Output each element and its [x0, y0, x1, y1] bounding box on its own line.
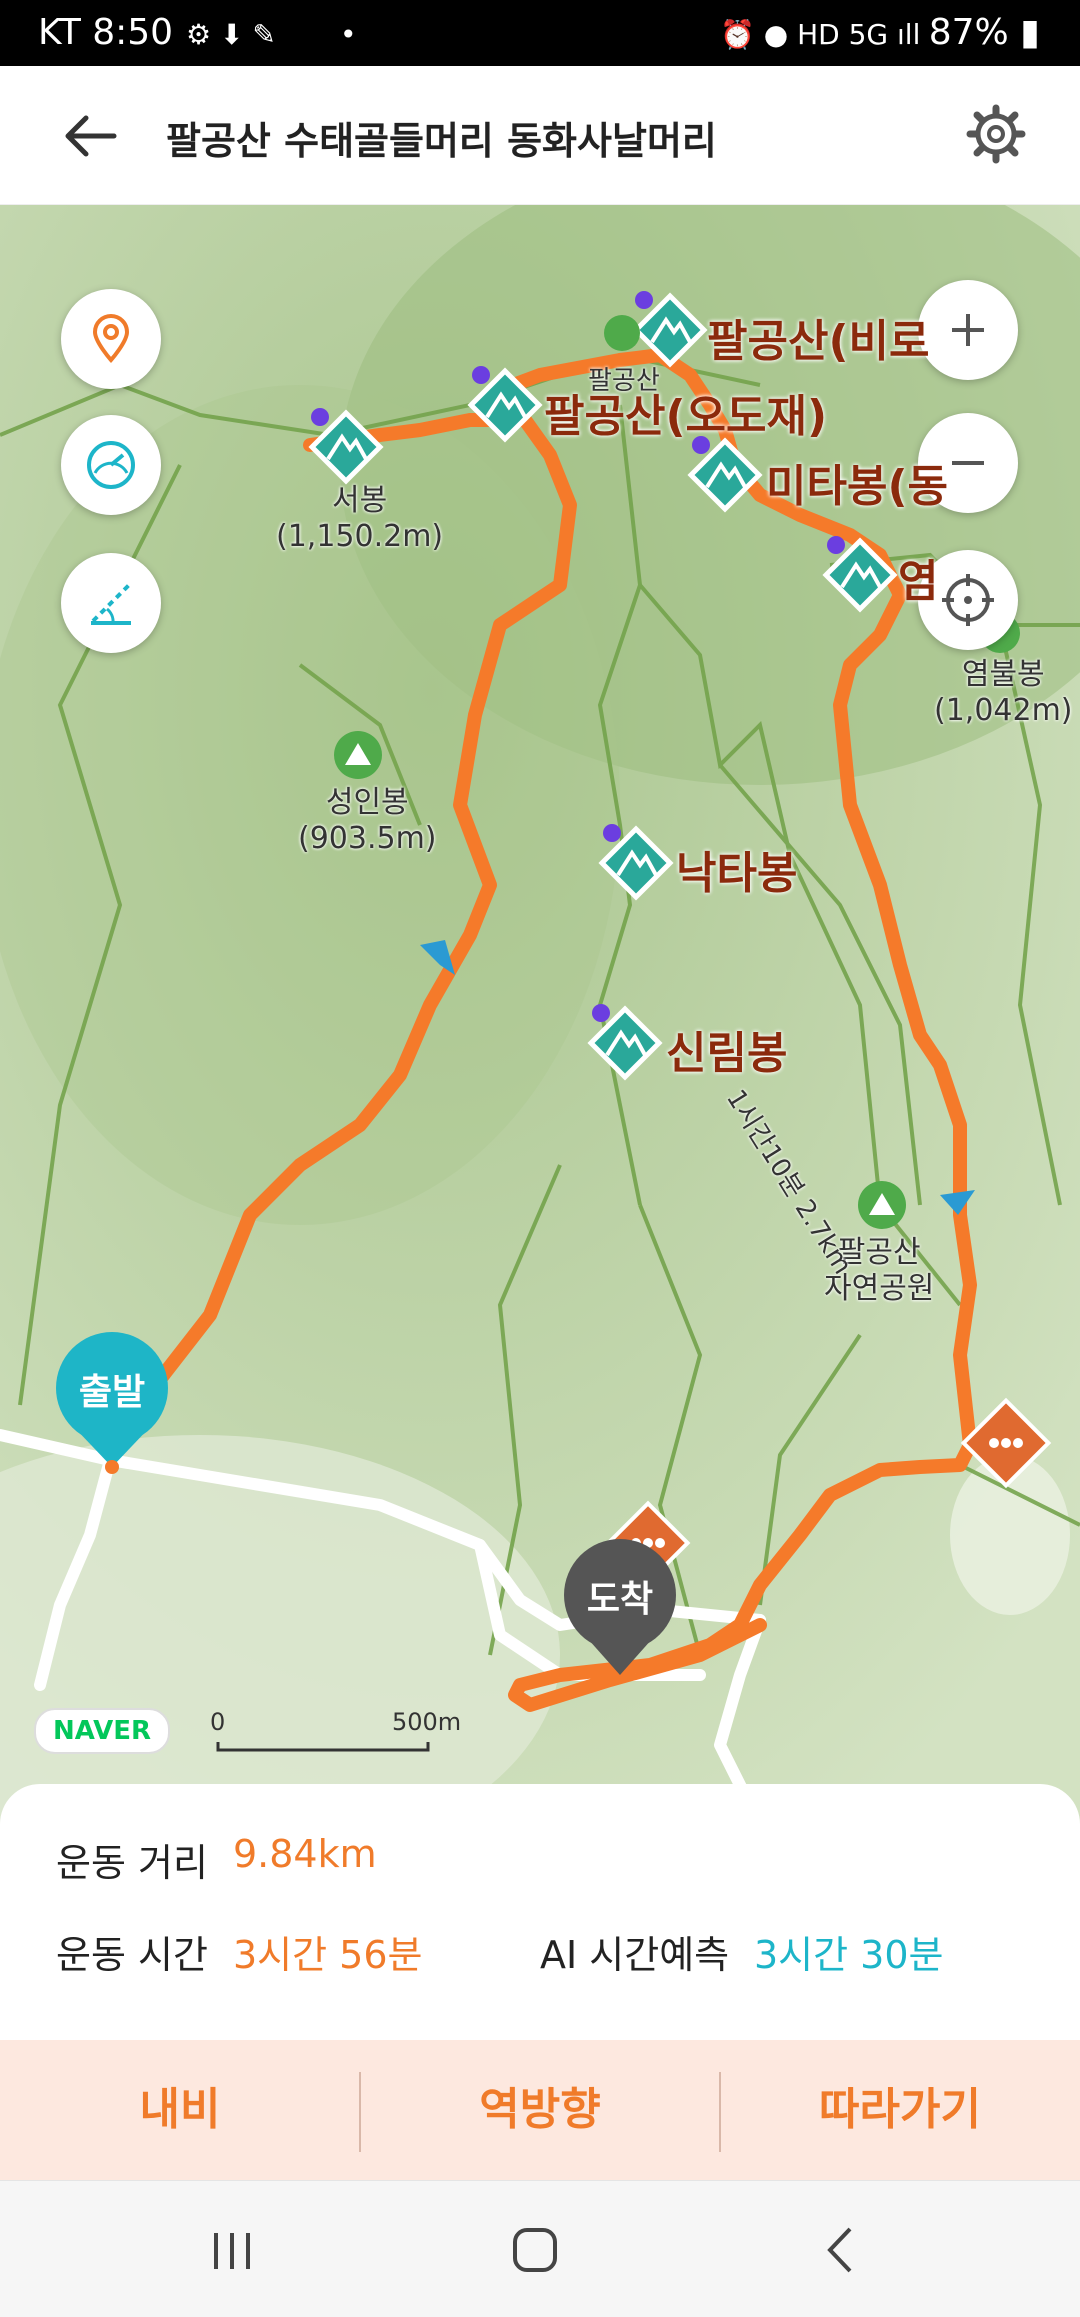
battery-level: 87% ▮ [928, 12, 1040, 53]
peak-label[interactable]: 미타봉(동 [766, 450, 948, 514]
minus-icon [952, 461, 984, 465]
top-bar: 팔공산 수태골들머리 동화사날머리 [0, 66, 1080, 205]
follow-button[interactable]: 따라가기 [720, 2040, 1080, 2180]
ai-estimate-label: AI 시간예측 [540, 1933, 730, 1977]
navi-button[interactable]: 내비 [0, 2040, 360, 2180]
location-pin-icon [92, 314, 130, 364]
distance-value: 9.84km [233, 1832, 377, 1876]
action-bar: 내비 역방향 따라가기 [0, 2040, 1080, 2180]
start-label[interactable]: 출발 [62, 1363, 162, 1415]
zoom-in-button[interactable] [918, 280, 1018, 380]
page-title: 팔공산 수태골들머리 동화사날머리 [166, 119, 717, 163]
scale-max: 500m [392, 1708, 462, 1736]
back-arrow-icon[interactable] [60, 106, 120, 166]
system-status-icons: ⏰ ● HD 5G ıll [720, 18, 921, 51]
map-canvas [0, 205, 1080, 1825]
map-view[interactable]: 팔공산(비로 팔공산(오도재) 미타봉(동 염 낙타봉 신림봉 서봉 (1,150… [0, 205, 1080, 1825]
time-label: 운동 시간 [56, 1933, 208, 1977]
ai-estimate-value: 3시간 30분 [754, 1933, 944, 1977]
status-time: KT 8:50 [38, 12, 174, 53]
time-value: 3시간 56분 [233, 1933, 423, 1977]
slope-button[interactable] [61, 553, 161, 653]
naver-logo: NAVER [34, 1708, 170, 1754]
home-icon[interactable] [510, 2225, 560, 2275]
status-bar: KT 8:50 ⚙ ⬇ ✎ • ⏰ ● HD 5G ıll 87% ▮ [0, 0, 1080, 66]
back-nav-icon[interactable] [820, 2225, 860, 2275]
scale-zero: 0 [210, 1708, 226, 1736]
speedometer-button[interactable] [61, 415, 161, 515]
app-notification-icons: ⚙ ⬇ ✎ [186, 18, 276, 51]
stats-panel: 운동 거리 9.84km 운동 시간 3시간 56분 AI 시간예측 3시간 3… [0, 1784, 1080, 2044]
plus-icon [952, 314, 984, 346]
peak-label[interactable]: 염 [898, 545, 938, 609]
map-label-seobong: 서봉 (1,150.2m) [276, 483, 444, 554]
crosshair-icon [942, 574, 994, 626]
reverse-button[interactable]: 역방향 [360, 2040, 720, 2180]
peak-label[interactable]: 낙타봉 [676, 837, 797, 901]
gear-icon[interactable] [964, 102, 1028, 166]
system-nav-bar [0, 2180, 1080, 2317]
peak-label[interactable]: 팔공산(비로 [707, 305, 930, 369]
recent-apps-icon[interactable] [210, 2229, 254, 2273]
end-label[interactable]: 도착 [570, 1570, 670, 1622]
map-label-palgong-small: 팔공산 [588, 366, 660, 396]
location-pin-button[interactable] [61, 289, 161, 389]
peak-label[interactable]: 신림봉 [666, 1017, 787, 1081]
notification-dot: • [340, 18, 357, 51]
slope-icon [91, 583, 131, 625]
speedometer-icon [87, 441, 135, 489]
peak-label[interactable]: 팔공산(오도재) [544, 380, 827, 444]
distance-label: 운동 거리 [56, 1841, 208, 1885]
map-label-seongin: 성인봉 (903.5m) [298, 785, 437, 856]
map-label-yeombul: 염불봉 (1,042m) [934, 657, 1073, 728]
